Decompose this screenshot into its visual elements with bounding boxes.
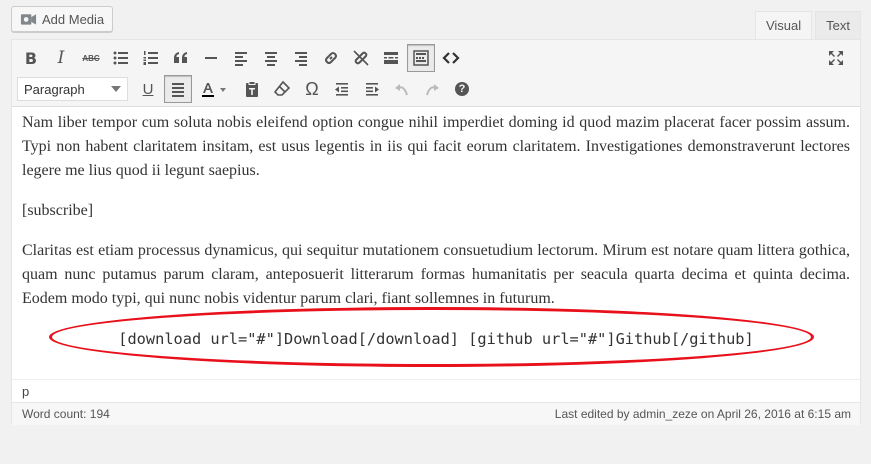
add-media-label: Add Media [42,11,105,27]
help-label: ? [458,83,466,95]
special-character-icon: Ω [305,78,319,99]
status-bar: Word count: 194 Last edited by admin_zez… [12,402,860,425]
special-character-button[interactable]: Ω [298,75,326,103]
redo-button[interactable] [418,75,446,103]
blockquote-icon [174,52,187,63]
subscribe-shortcode: [subscribe] [22,202,94,219]
align-left-button[interactable] [227,44,255,72]
clear-formatting-icon [273,80,291,96]
format-select[interactable]: Paragraph [17,77,128,101]
word-count: Word count: 194 [22,407,110,421]
decrease-indent-button[interactable] [328,75,356,103]
remove-link-icon [353,50,369,66]
numbered-list-button[interactable] [137,44,165,72]
last-edited: Last edited by admin_zeze on April 26, 2… [554,407,851,421]
redo-icon [426,84,439,96]
fullscreen-icon [829,51,843,65]
text-color-icon [202,83,226,97]
align-right-button[interactable] [287,44,315,72]
horizontal-line-button[interactable] [197,44,225,72]
remove-link-button[interactable] [347,44,375,72]
undo-button[interactable] [388,75,416,103]
paste-text-icon [246,81,258,97]
toolbar-row-2: Paragraph U Ω ? [17,75,478,103]
add-media-button[interactable]: Add Media [11,6,113,32]
italic-icon: I [57,48,65,68]
toolbar-row-1: B I ABC [17,44,467,72]
align-left-icon [235,52,247,66]
paragraph: Nam liber tempor cum soluta nobis eleife… [22,114,850,179]
element-path[interactable]: p [12,379,860,403]
horizontal-line-icon [205,57,217,59]
strikethrough-icon: ABC [82,53,100,63]
read-more-button[interactable] [377,44,405,72]
underline-button[interactable]: U [134,75,162,103]
toolbar-toggle-icon [413,50,429,66]
underline-icon: U [142,80,154,98]
paragraph: Claritas est etiam processus dynamicus, … [22,242,850,307]
increase-indent-icon [366,83,379,96]
decrease-indent-icon [335,83,348,96]
fullscreen-button[interactable] [822,44,850,72]
text-color-button[interactable] [194,75,236,103]
align-right-icon [295,52,307,66]
code-icon [442,52,460,64]
bulleted-list-icon [113,51,128,65]
download-github-shortcode: [download url="#"]Download[/download] [g… [118,330,754,348]
chevron-down-icon [111,86,121,92]
add-media-icon [20,14,37,25]
tab-text[interactable]: Text [815,11,861,39]
editor: B I ABC Paragraph U Ω ? Nam liber tempor… [11,39,861,425]
italic-button[interactable]: I [47,44,75,72]
tab-visual[interactable]: Visual [754,11,813,40]
align-center-button[interactable] [257,44,285,72]
insert-link-icon [325,52,337,64]
code-button[interactable] [437,44,465,72]
bold-icon: B [24,48,38,68]
justify-icon [172,83,184,97]
editor-content[interactable]: Nam liber tempor cum soluta nobis eleife… [12,107,860,379]
clear-formatting-button[interactable] [268,75,296,103]
justify-button[interactable] [164,75,192,103]
paste-text-button[interactable] [238,75,266,103]
help-button[interactable]: ? [448,75,476,103]
toolbar-toggle-button[interactable] [407,44,435,72]
editor-tabs: Visual Text [754,11,861,40]
insert-link-button[interactable] [317,44,345,72]
bold-button[interactable]: B [17,44,45,72]
format-select-value: Paragraph [24,81,85,97]
editor-toolbar: B I ABC Paragraph U Ω ? [12,40,860,107]
align-center-icon [265,52,277,66]
numbered-list-icon [143,51,158,65]
bulleted-list-button[interactable] [107,44,135,72]
blockquote-button[interactable] [167,44,195,72]
read-more-icon [384,52,398,64]
strikethrough-button[interactable]: ABC [77,44,105,72]
increase-indent-button[interactable] [358,75,386,103]
undo-icon [395,84,408,96]
